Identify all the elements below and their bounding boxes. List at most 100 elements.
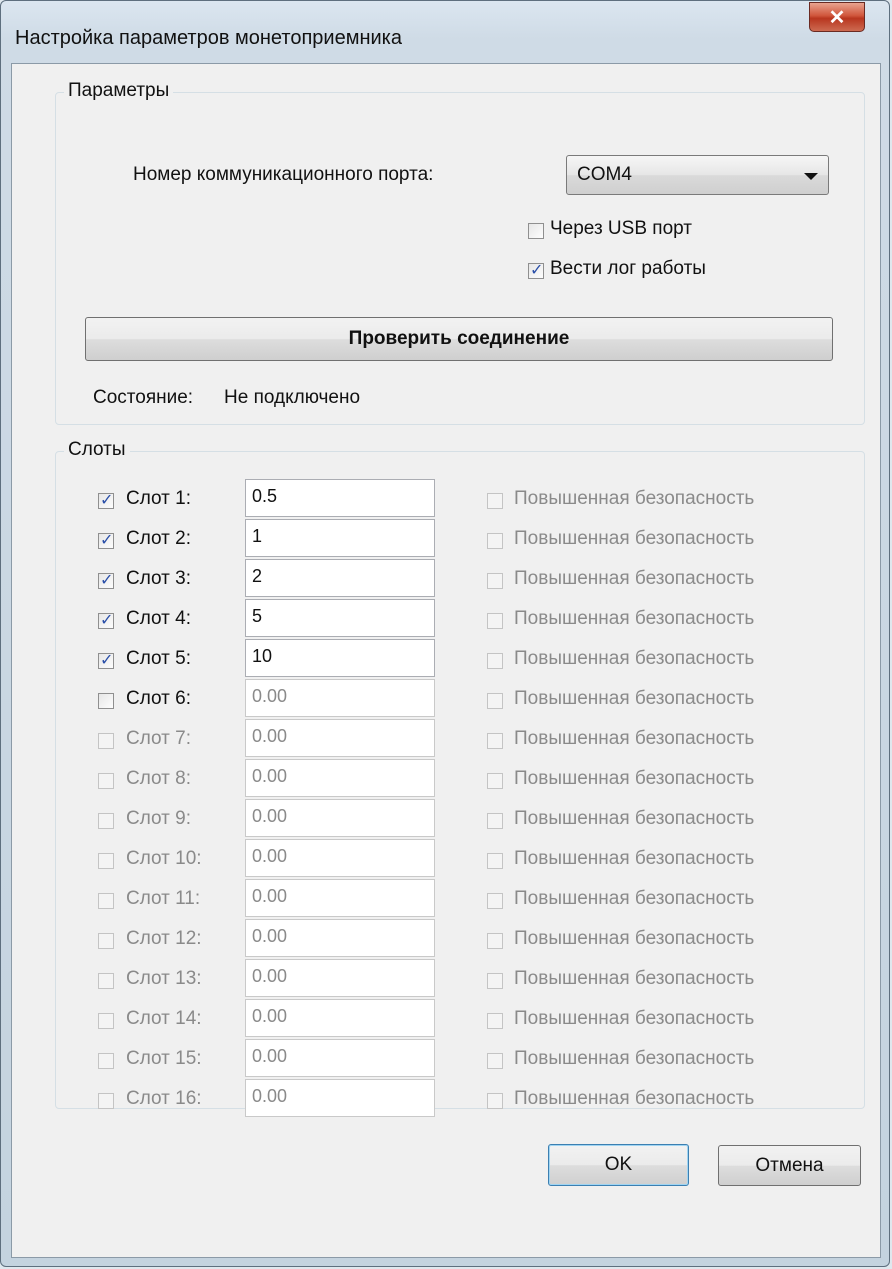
security-checkbox[interactable]: [487, 813, 503, 829]
port-select-value: COM4: [577, 164, 632, 185]
slot-label: Слот 4:: [126, 608, 191, 629]
security-label: Повышенная безопасность: [514, 1048, 755, 1069]
log-label: Вести лог работы: [550, 258, 706, 279]
security-checkbox[interactable]: [487, 573, 503, 589]
slot-checkbox[interactable]: [98, 1093, 114, 1109]
usb-port-checkbox[interactable]: [528, 223, 544, 239]
close-button[interactable]: ✕: [809, 2, 865, 32]
slot-value-input[interactable]: 0.00: [245, 719, 435, 757]
slot-checkbox[interactable]: [98, 733, 114, 749]
slot-checkbox[interactable]: [98, 570, 114, 589]
security-label: Повышенная безопасность: [514, 1088, 755, 1109]
slot-value-input[interactable]: 0.00: [245, 839, 435, 877]
slot-checkbox[interactable]: [98, 693, 114, 709]
slot-value-input[interactable]: 5: [245, 599, 435, 637]
slot-checkbox[interactable]: [98, 853, 114, 869]
security-checkbox[interactable]: [487, 733, 503, 749]
slot-checkbox[interactable]: [98, 490, 114, 509]
slot-label: Слот 12:: [126, 928, 202, 949]
slot-label: Слот 16:: [126, 1088, 202, 1109]
security-label: Повышенная безопасность: [514, 528, 755, 549]
security-label: Повышенная безопасность: [514, 928, 755, 949]
slot-label: Слот 14:: [126, 1008, 202, 1029]
security-label: Повышенная безопасность: [514, 1008, 755, 1029]
slot-checkbox[interactable]: [98, 933, 114, 949]
security-label: Повышенная безопасность: [514, 848, 755, 869]
dialog-window: Настройка параметров монетоприемника ✕ П…: [0, 0, 890, 1267]
security-checkbox[interactable]: [487, 893, 503, 909]
security-checkbox[interactable]: [487, 693, 503, 709]
slot-label: Слот 7:: [126, 728, 191, 749]
security-checkbox[interactable]: [487, 613, 503, 629]
slot-label: Слот 1:: [126, 488, 191, 509]
port-label: Номер коммуникационного порта:: [133, 164, 434, 185]
slot-value-input[interactable]: 0.00: [245, 679, 435, 717]
slot-value-input[interactable]: 10: [245, 639, 435, 677]
security-checkbox[interactable]: [487, 1093, 503, 1109]
security-checkbox[interactable]: [487, 933, 503, 949]
slot-checkbox[interactable]: [98, 1013, 114, 1029]
slot-value-input[interactable]: 0.00: [245, 1039, 435, 1077]
params-group-label: Параметры: [64, 80, 174, 102]
security-label: Повышенная безопасность: [514, 568, 755, 589]
security-label: Повышенная безопасность: [514, 608, 755, 629]
slot-checkbox[interactable]: [98, 973, 114, 989]
close-icon: ✕: [828, 6, 846, 29]
dialog-client-area: Параметры Номер коммуникационного порта:…: [11, 63, 881, 1258]
slot-value-input[interactable]: 0.00: [245, 999, 435, 1037]
security-checkbox[interactable]: [487, 653, 503, 669]
security-checkbox[interactable]: [487, 853, 503, 869]
slot-checkbox[interactable]: [98, 813, 114, 829]
security-checkbox[interactable]: [487, 1013, 503, 1029]
slot-checkbox[interactable]: [98, 893, 114, 909]
slot-value-input[interactable]: 0.00: [245, 879, 435, 917]
slot-value-input[interactable]: 0.00: [245, 919, 435, 957]
slots-group-label: Слоты: [64, 439, 130, 461]
ok-button[interactable]: OK: [548, 1144, 689, 1186]
slot-label: Слот 15:: [126, 1048, 202, 1069]
security-label: Повышенная безопасность: [514, 968, 755, 989]
slot-checkbox[interactable]: [98, 773, 114, 789]
slot-value-input[interactable]: 0.00: [245, 799, 435, 837]
security-label: Повышенная безопасность: [514, 488, 755, 509]
security-label: Повышенная безопасность: [514, 688, 755, 709]
slot-checkbox[interactable]: [98, 610, 114, 629]
cancel-button[interactable]: Отмена: [718, 1145, 861, 1186]
slot-label: Слот 5:: [126, 648, 191, 669]
slot-label: Слот 8:: [126, 768, 191, 789]
slot-value-input[interactable]: 2: [245, 559, 435, 597]
security-label: Повышенная безопасность: [514, 728, 755, 749]
slot-label: Слот 3:: [126, 568, 191, 589]
log-checkbox[interactable]: [528, 260, 544, 279]
security-checkbox[interactable]: [487, 1053, 503, 1069]
slot-label: Слот 2:: [126, 528, 191, 549]
slot-checkbox[interactable]: [98, 650, 114, 669]
slot-label: Слот 13:: [126, 968, 202, 989]
slot-value-input[interactable]: 0.00: [245, 1079, 435, 1117]
slot-value-input[interactable]: 0.00: [245, 759, 435, 797]
slot-value-input[interactable]: 1: [245, 519, 435, 557]
chevron-down-icon: [804, 173, 818, 180]
slot-checkbox[interactable]: [98, 1053, 114, 1069]
slot-label: Слот 11:: [126, 888, 201, 909]
security-label: Повышенная безопасность: [514, 648, 755, 669]
window-title: Настройка параметров монетоприемника: [15, 27, 402, 49]
status-label: Состояние:: [93, 387, 194, 408]
slot-label: Слот 6:: [126, 688, 191, 709]
security-label: Повышенная безопасность: [514, 888, 755, 909]
port-select[interactable]: COM4: [566, 155, 829, 195]
status-value: Не подключено: [224, 387, 361, 408]
slot-value-input[interactable]: 0.5: [245, 479, 435, 517]
security-checkbox[interactable]: [487, 973, 503, 989]
slot-checkbox[interactable]: [98, 530, 114, 549]
slot-value-input[interactable]: 0.00: [245, 959, 435, 997]
slots-group: Слоты Слот 1: 0.5 Повышенная безопасность С…: [55, 439, 865, 1117]
security-checkbox[interactable]: [487, 773, 503, 789]
check-connection-button[interactable]: Проверить соединение: [85, 317, 833, 361]
slot-label: Слот 9:: [126, 808, 191, 829]
slot-label: Слот 10:: [126, 848, 202, 869]
security-checkbox[interactable]: [487, 493, 503, 509]
security-checkbox[interactable]: [487, 533, 503, 549]
usb-port-label: Через USB порт: [550, 218, 692, 239]
security-label: Повышенная безопасность: [514, 768, 755, 789]
